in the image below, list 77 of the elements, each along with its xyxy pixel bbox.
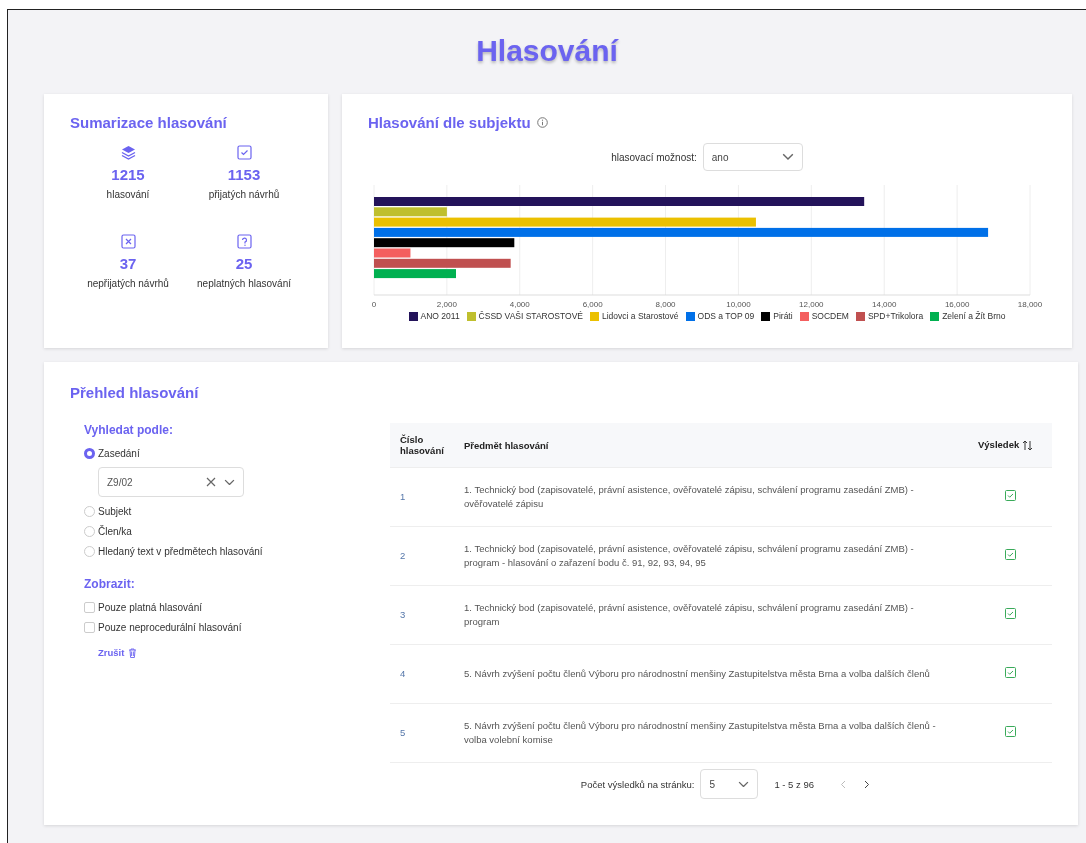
radio-label: Subjekt [98,505,132,517]
checkbox[interactable] [84,601,95,613]
stat-label: nepřijatých návrhů [87,278,169,289]
axis-tick-label: 6,000 [582,300,603,309]
info-icon [536,117,548,128]
chevron-right-icon [864,779,870,789]
section-heading: Zobrazit: [84,577,136,591]
question-box-icon [236,234,252,249]
radio-button[interactable] [84,545,95,557]
table-cell: 4 [390,644,454,704]
cross-box-icon [120,234,136,249]
column-header[interactable]: Výsledek [968,423,1052,468]
table-cell: 5 [390,703,454,763]
clear-icon [206,477,216,487]
table-cell: 3 [390,585,454,645]
legend-label: ČSSD VAŠI STAROSTOVÉ [478,311,583,321]
layers-icon [120,145,136,160]
axis-tick-label: 8,000 [655,300,676,309]
chevron-left-icon [840,779,846,789]
section-heading: Vyhledat podle: [84,423,174,437]
card-title: Přehled hlasování [70,384,200,401]
stat-value: 1153 [227,166,261,183]
legend-label: Zelení a Žít Brno [942,311,1006,321]
option-dropdown[interactable]: ano [702,143,803,171]
legend-label: SPD+Trikolora [867,311,924,321]
axis-tick-label: 16,000 [944,300,970,309]
card-title: Sumarizace hlasování [70,114,228,131]
stat-label: přijatých návrhů [208,189,280,200]
checkbox-check-icon [236,145,252,160]
chevron-down-icon [781,153,794,161]
per-page-select[interactable]: 5 [700,769,759,799]
checkbox-label: Pouze platná hlasování [98,601,202,613]
legend-label: ANO 2011 [420,311,460,321]
checkbox[interactable] [84,621,95,633]
radio-label: Hledaný text v předmětech hlasování [98,545,263,557]
page-range: 1 - 5 z 96 [774,778,814,790]
cancel-link[interactable]: Zrušit [98,647,138,658]
table-cell: 1. Technický bod (zapisovatelé, právní asistence, ověřovatelé zápisu, schválení programu zasedání ZMB) - ověřovatelé zápisu [454,467,968,527]
per-page-label: Počet výsledků na stránku: [580,778,695,790]
table-cell: 2 [390,526,454,586]
checkbox-label: Pouze neprocedurální hlasování [98,621,242,633]
column-header: Předmět hlasování [454,423,968,468]
option-label: hlasovací možnost: [611,151,697,163]
page-title: Hlasování [475,33,620,69]
stat-value: 1215 [111,166,145,183]
table-cell: 5. Návrh zvýšení počtu členů Výboru pro národnostní menšiny Zastupitelstva města Brna a volba dalších členů - volba volební komise [454,703,968,763]
stat-label: neplatných hlasování [197,278,291,289]
card-title: Hlasování dle subjektu [368,114,531,131]
table-cell: 5. Návrh zvýšení počtu členů Výboru pro národnostní menšiny Zastupitelstva města Brna a volba dalších členů [454,644,968,704]
chevron-down-icon [738,780,750,788]
radio-label: Zasedání [98,447,140,459]
radio-button[interactable] [84,525,95,537]
table-cell: 1 [390,467,454,527]
legend-label: Lidovci a Starostové [602,311,679,321]
trash-icon [128,647,138,658]
stat-value: 25 [235,255,253,272]
axis-tick-label: 4,000 [509,300,530,309]
radio-label: Člen/ka [98,525,132,537]
axis-tick-label: 18,000 [1017,300,1043,309]
table-cell: 1. Technický bod (zapisovatelé, právní asistence, ověřovatelé zápisu, schválení programu zasedání ZMB) - program [454,585,968,645]
stat-value: 37 [119,255,137,272]
axis-tick-label: 0 [371,300,377,309]
stat-label: hlasování [106,189,150,200]
radio-button[interactable] [84,505,95,517]
session-select[interactable]: Z9/02 [98,467,244,497]
legend-label: Piráti [773,311,793,321]
table-cell: 1. Technický bod (zapisovatelé, právní asistence, ověřovatelé zápisu, schválení programu zasedání ZMB) - program - hlasování o zařazení bodu č. 91, 92, 93, 94, 95 [454,526,968,586]
axis-tick-label: 14,000 [872,300,897,309]
axis-tick-label: 10,000 [726,300,751,309]
legend-label: ODS a TOP 09 [697,311,755,321]
radio-button[interactable] [84,447,95,459]
axis-tick-label: 2,000 [436,300,457,309]
legend-label: SOCDEM [811,311,849,321]
column-header: Číslo hlasování [390,423,454,468]
sort-icon [1021,440,1033,451]
axis-tick-label: 12,000 [799,300,824,309]
chevron-down-icon [224,478,235,486]
